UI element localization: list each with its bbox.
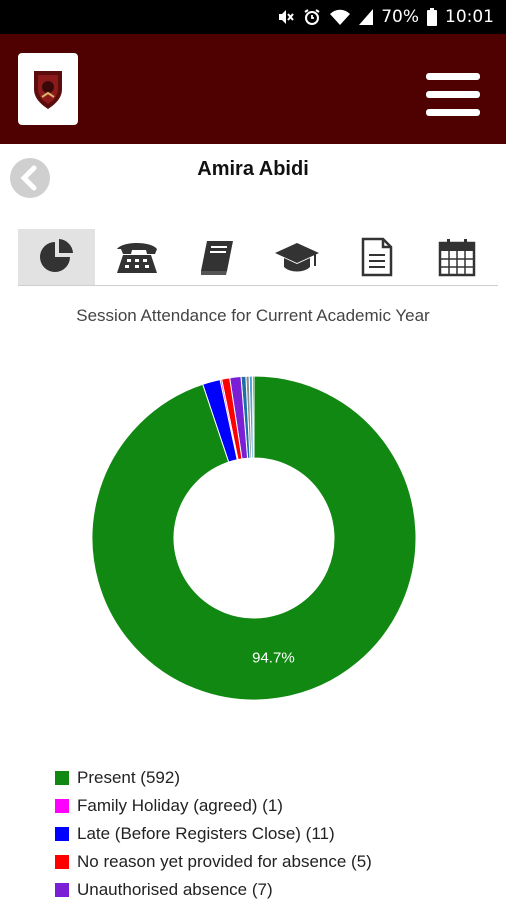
clock: 10:01 [445, 7, 494, 27]
legend-swatch [55, 855, 69, 869]
calendar-icon [438, 239, 475, 277]
wifi-icon [330, 9, 351, 25]
legend-label: Late (Before Registers Close) (11) [77, 824, 335, 843]
graduation-cap-icon [274, 243, 319, 272]
legend-label: Present (592) [77, 768, 180, 787]
tab-reports[interactable] [338, 229, 415, 285]
legend-swatch [55, 771, 69, 785]
tab-homework[interactable] [178, 229, 255, 285]
legend-item[interactable]: No reason yet provided for absence (5) [55, 848, 372, 876]
student-name: Amira Abidi [197, 158, 309, 180]
legend-label: Family Holiday (agreed) (1) [77, 796, 283, 815]
tab-bar [18, 229, 498, 286]
chart-legend: Present (592) Family Holiday (agreed) (1)… [55, 764, 372, 904]
legend-swatch [55, 883, 69, 897]
signal-icon [359, 9, 374, 25]
book-icon [200, 241, 233, 275]
legend-swatch [55, 799, 69, 813]
chart-title: Session Attendance for Current Academic … [76, 306, 430, 325]
tab-assessment[interactable] [258, 229, 335, 285]
legend-label: Unauthorised absence (7) [77, 880, 273, 899]
document-icon [361, 237, 392, 277]
pie-chart-icon [39, 239, 73, 272]
mute-icon [279, 10, 294, 24]
tab-calendar[interactable] [418, 229, 495, 285]
battery-percent: 70% [381, 7, 419, 27]
attendance-donut-chart: 94.7% [91, 375, 417, 701]
battery-icon [427, 8, 437, 26]
status-bar: 70% 10:01 [0, 0, 506, 34]
alarm-icon [304, 9, 320, 25]
legend-item[interactable]: Family Holiday (agreed) (1) [55, 792, 372, 820]
present-percent-label: 94.7% [252, 649, 295, 666]
tab-attendance[interactable] [18, 229, 95, 285]
school-logo[interactable] [18, 53, 78, 125]
app-header [0, 34, 506, 144]
tab-contacts[interactable] [98, 229, 175, 285]
legend-item[interactable]: Late (Before Registers Close) (11) [55, 820, 372, 848]
legend-item[interactable]: Present (592) [55, 764, 372, 792]
legend-label: No reason yet provided for absence (5) [77, 852, 372, 871]
hamburger-menu-icon[interactable] [426, 73, 480, 117]
school-crest-logo [34, 71, 62, 109]
telephone-icon [116, 243, 157, 273]
legend-swatch [55, 827, 69, 841]
